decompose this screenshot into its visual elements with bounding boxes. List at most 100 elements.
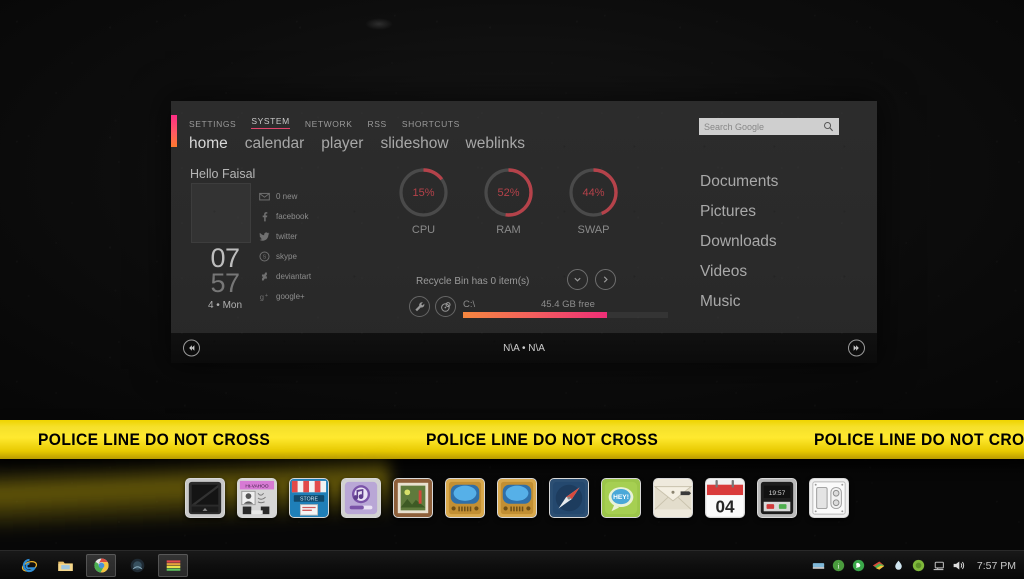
- taskbar-clock[interactable]: 7:57 PM: [977, 560, 1016, 572]
- svg-text:Ht-VAHOO: Ht-VAHOO: [245, 484, 268, 490]
- carousel-controls: [567, 269, 616, 290]
- tab-calendar[interactable]: calendar: [245, 135, 304, 153]
- nav-rss[interactable]: RSS: [368, 119, 387, 129]
- clock-minutes: 57: [210, 268, 240, 298]
- search-input[interactable]: [704, 121, 823, 132]
- dock-item-photos[interactable]: [393, 478, 433, 518]
- vcr-icon: 19:57: [758, 479, 796, 517]
- stripes-icon: [166, 560, 180, 571]
- search-icon: [824, 122, 834, 132]
- shortcut-music[interactable]: Music: [700, 293, 778, 311]
- avatar: [191, 183, 251, 243]
- tab-home[interactable]: home: [189, 135, 228, 153]
- dock-item-calendar[interactable]: 04: [705, 478, 745, 518]
- music-note-icon: [342, 479, 380, 517]
- application-dock: Ht-VAHOO STORE HEY! 04 19:57: [185, 478, 849, 518]
- social-item-facebook[interactable]: facebook: [259, 211, 311, 222]
- taskbar-item-google-chrome[interactable]: [86, 554, 116, 577]
- nav-network[interactable]: NETWORK: [305, 119, 353, 129]
- dock-item-music-player[interactable]: [341, 478, 381, 518]
- social-label: google+: [276, 292, 305, 301]
- dock-item-tv-2[interactable]: [497, 478, 537, 518]
- tab-weblinks[interactable]: weblinks: [466, 135, 525, 153]
- shortcut-documents[interactable]: Documents: [700, 173, 778, 191]
- police-tape-text: POLICE LINE DO NOT CROSS: [813, 429, 1024, 449]
- gear-disc-icon: [440, 301, 451, 312]
- nav-system[interactable]: SYSTEM: [251, 116, 290, 129]
- taskbar-item-app-stripes[interactable]: [158, 554, 188, 577]
- mail-icon: [259, 192, 270, 201]
- shortcut-videos[interactable]: Videos: [700, 263, 778, 281]
- social-label: skype: [276, 252, 297, 261]
- taskbar-item-app-dark[interactable]: [122, 554, 152, 577]
- tab-slideshow[interactable]: slideshow: [380, 135, 448, 153]
- tab-player[interactable]: player: [321, 135, 363, 153]
- info-icon[interactable]: i: [832, 559, 845, 572]
- gauge-value-swap: 44%: [582, 186, 605, 199]
- calendar-icon: 04: [706, 479, 744, 517]
- dock-item-app-store[interactable]: STORE: [289, 478, 329, 518]
- scroll-down-button[interactable]: [567, 269, 588, 290]
- dock-item-messages[interactable]: HEY!: [601, 478, 641, 518]
- green-circle-icon[interactable]: [912, 559, 925, 572]
- gauge-swap: 44% SWAP: [566, 165, 621, 236]
- gauge-ram: 52% RAM: [481, 165, 536, 236]
- ie-icon: [21, 558, 37, 573]
- envelope-icon: [654, 479, 692, 517]
- chrome-icon: [93, 558, 109, 573]
- taskbar-item-internet-explorer[interactable]: [14, 554, 44, 577]
- social-item-mail[interactable]: 0 new: [259, 191, 311, 202]
- social-item-googleplus[interactable]: g + google+: [259, 291, 311, 302]
- dock-item-recorder[interactable]: 19:57: [757, 478, 797, 518]
- police-tape-text: POLICE LINE DO NOT CROSS: [38, 429, 271, 449]
- shortcut-downloads[interactable]: Downloads: [700, 233, 778, 251]
- social-item-deviantart[interactable]: deviantart: [259, 271, 311, 282]
- dock-item-contacts-card[interactable]: Ht-VAHOO: [237, 478, 277, 518]
- taskbar-item-file-explorer[interactable]: [50, 554, 80, 577]
- system-tray: i 7:57 PM: [812, 551, 1016, 579]
- search-box[interactable]: [699, 118, 839, 135]
- svg-text:HEY!: HEY!: [613, 494, 629, 501]
- dock-item-mail[interactable]: [653, 478, 693, 518]
- deviantart-icon: [261, 272, 267, 281]
- disk-defrag-button[interactable]: [435, 296, 456, 317]
- greeting-text: Hello Faisal: [190, 167, 256, 181]
- dock-item-tv[interactable]: [445, 478, 485, 518]
- flag-icon[interactable]: [872, 559, 885, 572]
- social-label: deviantart: [276, 272, 312, 281]
- nav-shortcuts[interactable]: SHORTCUTS: [402, 119, 460, 129]
- dock-item-browser-compass[interactable]: [549, 478, 589, 518]
- folder-icon: [57, 561, 73, 572]
- nav-settings[interactable]: SETTINGS: [189, 119, 236, 129]
- dock-item-display-monitor[interactable]: [185, 478, 225, 518]
- secondary-nav: SETTINGS SYSTEM NETWORK RSS SHORTCUTS: [189, 116, 525, 129]
- previous-icon: [189, 345, 195, 351]
- gauge-ring: 52%: [481, 165, 536, 220]
- previous-track-button[interactable]: [183, 339, 200, 357]
- monitor-icon: [186, 479, 224, 517]
- shortcut-links: Documents Pictures Downloads Videos Musi…: [700, 173, 778, 311]
- social-item-twitter[interactable]: twitter: [259, 231, 311, 242]
- chevron-down-icon: [574, 277, 581, 282]
- shortcut-pictures[interactable]: Pictures: [700, 203, 778, 221]
- windows-taskbar: i 7:57 PM: [0, 550, 1024, 579]
- svg-text:STORE: STORE: [300, 496, 318, 502]
- network-icon[interactable]: [932, 559, 945, 572]
- gauge-value-cpu: 15%: [412, 186, 435, 199]
- settings-wrench-button[interactable]: [409, 296, 430, 317]
- facebook-icon: [262, 212, 268, 222]
- disk-tools: [409, 296, 456, 317]
- whatsapp-icon[interactable]: [852, 559, 865, 572]
- widget-clock: 07 57 4 • Mon: [194, 245, 256, 312]
- volume-icon[interactable]: [952, 559, 965, 572]
- now-playing-text: N\A • N\A: [503, 342, 545, 354]
- next-track-button[interactable]: [848, 339, 865, 357]
- device-icon[interactable]: [812, 559, 825, 572]
- skype-icon: S: [259, 251, 270, 262]
- social-item-skype[interactable]: S skype: [259, 251, 311, 262]
- television-icon: [498, 479, 536, 517]
- dock-item-power-switch[interactable]: [809, 478, 849, 518]
- droplet-icon[interactable]: [892, 559, 905, 572]
- svg-text:g: g: [260, 292, 264, 301]
- scroll-next-button[interactable]: [595, 269, 616, 290]
